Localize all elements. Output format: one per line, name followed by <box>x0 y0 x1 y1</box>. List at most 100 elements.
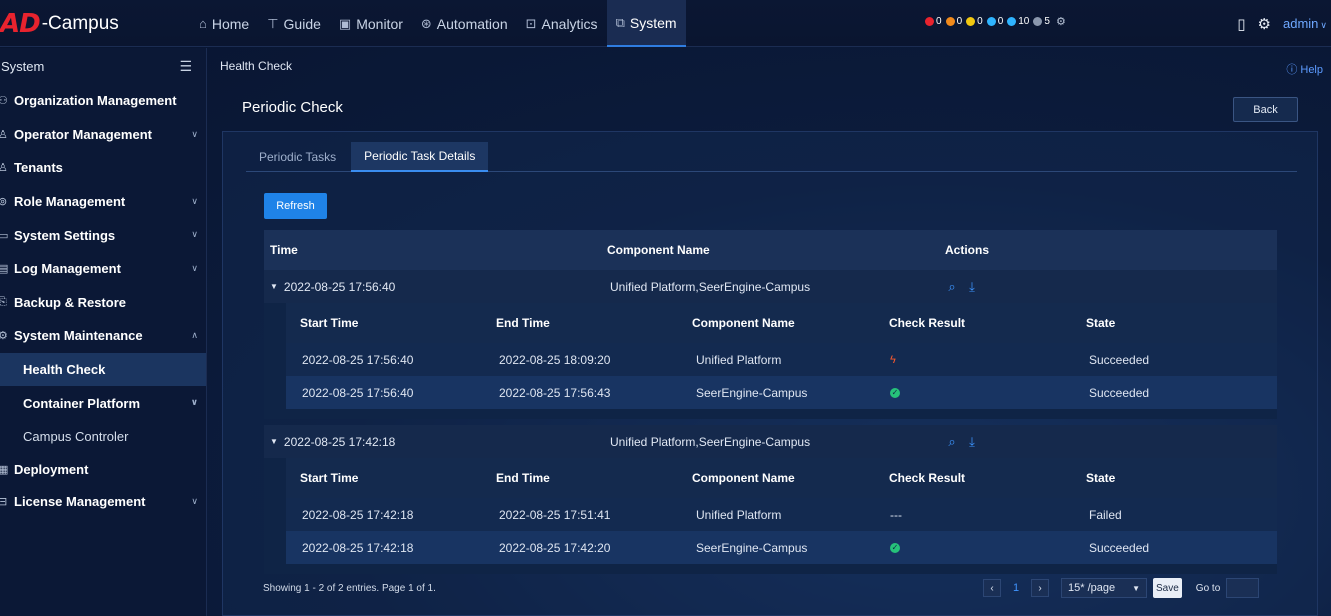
nav-analytics[interactable]: ⊡ Analytics <box>517 0 607 47</box>
backup-icon: ⎘ <box>0 295 7 308</box>
table-row[interactable]: ▼ 2022-08-25 17:56:40 Unified Platform,Se… <box>264 270 1277 303</box>
caret-down-icon: ▼ <box>1132 583 1140 593</box>
pagination-info: Showing 1 - 2 of 2 entries. Page 1 of 1. <box>263 583 436 594</box>
automation-icon: ⊛ <box>420 15 432 31</box>
table-row[interactable]: 2022-08-25 17:42:18 2022-08-25 17:42:20 … <box>286 531 1277 564</box>
caret-down-icon[interactable]: ▼ <box>270 437 278 446</box>
alarm-major[interactable]: 0 <box>945 16 962 27</box>
warning-icon[interactable]: ϟ <box>890 354 896 366</box>
chevron-down-icon: ∨ <box>191 495 198 506</box>
organization-icon: ⚇ <box>0 95 8 108</box>
sidebar-item-label: Container Platform <box>23 395 141 411</box>
sidebar-item-label: System Maintenance <box>14 328 143 344</box>
alarm-minor[interactable]: 0 <box>966 16 983 27</box>
chevron-down-icon: ∨ <box>191 195 198 206</box>
prev-page-button[interactable]: ‹ <box>983 579 1001 597</box>
tab-periodic-tasks[interactable]: Periodic Tasks <box>246 142 349 172</box>
sidebar-item-container-platform[interactable]: Container Platform ∨ <box>0 386 206 420</box>
sidebar-title: System <box>1 58 45 74</box>
goto-page-input[interactable] <box>1226 578 1260 598</box>
nav-automation[interactable]: ⊛ Automation <box>412 0 517 47</box>
sidebar-item-health-check[interactable]: Health Check <box>0 352 206 387</box>
caret-down-icon[interactable]: ▼ <box>270 282 278 291</box>
content-panel: Periodic Tasks Periodic Task Details Ref… <box>222 131 1318 616</box>
collapse-menu-icon[interactable]: ☰ <box>179 58 192 75</box>
deployment-icon: ▦ <box>0 463 9 476</box>
chevron-up-icon: ∧ <box>191 330 198 341</box>
sidebar-item-system-maintenance[interactable]: ⚙ System Maintenance ∧ <box>0 319 206 353</box>
task-table: Time Component Name Actions ▼ 2022-08-25 … <box>264 230 1277 574</box>
role-icon: ⊚ <box>0 196 8 209</box>
nav-label: Monitor <box>356 15 403 32</box>
sidebar: System ☰ ⚇ Organization Management ♙ Ope… <box>0 48 207 616</box>
table-row[interactable]: 2022-08-25 17:56:40 2022-08-25 18:09:20 … <box>286 343 1277 376</box>
page-title: Periodic Check <box>242 99 343 116</box>
sidebar-item-license-management[interactable]: ⊟ License Management ∨ <box>0 485 206 519</box>
subtable: Start Time End Time Component Name Check… <box>264 303 1277 419</box>
chevron-down-icon: ∨ <box>190 397 198 408</box>
document-icon[interactable]: ▯ <box>1237 15 1245 33</box>
success-icon[interactable]: ✓ <box>890 542 900 553</box>
column-header-component[interactable]: Component Name <box>607 243 710 257</box>
back-button[interactable]: Back <box>1233 97 1298 122</box>
column-header-check-result: Check Result <box>889 316 966 330</box>
view-report-icon[interactable]: ⌕ <box>945 279 959 294</box>
system-icon: ⧉ <box>615 14 625 30</box>
sidebar-item-organization-management[interactable]: ⚇ Organization Management <box>0 84 206 118</box>
alarm-warning[interactable]: 0 <box>986 16 1003 27</box>
alarm-settings-icon[interactable]: ⚙ <box>1056 15 1066 28</box>
sidebar-item-label: Role Management <box>14 194 126 210</box>
download-icon[interactable]: ⤓ <box>965 279 979 294</box>
settings-icon: ▭ <box>0 229 9 242</box>
sidebar-item-campus-controler[interactable]: Campus Controler <box>0 420 206 454</box>
next-page-button[interactable]: › <box>1031 579 1049 597</box>
guide-icon: ⊤ <box>267 15 279 31</box>
tab-periodic-task-details[interactable]: Periodic Task Details <box>351 142 489 172</box>
sidebar-item-label: Health Check <box>23 362 106 378</box>
column-header-state: State <box>1086 471 1116 485</box>
view-report-icon[interactable]: ⌕ <box>945 434 959 449</box>
success-icon[interactable]: ✓ <box>890 387 900 398</box>
home-icon: ⌂ <box>199 16 207 31</box>
save-button[interactable]: Save <box>1153 578 1182 598</box>
sidebar-item-deployment[interactable]: ▦ Deployment <box>0 454 206 485</box>
maintenance-icon: ⚙ <box>0 330 8 343</box>
page-number[interactable]: 1 <box>1001 582 1031 594</box>
nav-label: Home <box>211 15 250 32</box>
sidebar-item-tenants[interactable]: ♙ Tenants <box>0 151 206 185</box>
sidebar-item-log-management[interactable]: ▤ Log Management ∨ <box>0 252 206 286</box>
alarm-summary[interactable]: 0 0 0 0 10 5 ⚙ <box>925 15 1066 28</box>
alarm-critical[interactable]: 0 <box>925 16 942 27</box>
sidebar-item-label: Campus Controler <box>23 429 129 445</box>
operator-icon: ♙ <box>0 128 8 141</box>
user-menu[interactable]: admin ∨ <box>1283 16 1327 31</box>
sidebar-item-label: System Settings <box>14 227 116 243</box>
alarm-minor-icon <box>966 17 976 26</box>
column-header-actions: Actions <box>945 243 990 257</box>
table-row[interactable]: ▼ 2022-08-25 17:42:18 Unified Platform,Se… <box>264 425 1277 458</box>
column-header-time[interactable]: Time <box>270 243 298 257</box>
nav-monitor[interactable]: ▣ Monitor <box>330 0 412 47</box>
download-icon[interactable]: ⤓ <box>965 434 979 449</box>
column-header-start-time: Start Time <box>300 316 359 330</box>
sidebar-item-system-settings[interactable]: ▭ System Settings ∨ <box>0 218 206 252</box>
breadcrumb: Health Check <box>220 59 293 73</box>
sidebar-item-role-management[interactable]: ⊚ Role Management ∨ <box>0 185 206 219</box>
app-logo[interactable]: AD -Campus <box>0 6 119 42</box>
alarm-other[interactable]: 5 <box>1033 16 1050 27</box>
nav-home[interactable]: ⌂ Home <box>190 0 258 47</box>
gear-icon[interactable]: ⚙ <box>1258 15 1271 33</box>
nav-guide[interactable]: ⊤ Guide <box>258 0 330 47</box>
page-size-select[interactable]: 15* /page ▼ <box>1061 578 1147 598</box>
help-link[interactable]: ⓘ Help <box>1286 61 1323 77</box>
refresh-button[interactable]: Refresh <box>264 193 327 219</box>
sidebar-item-operator-management[interactable]: ♙ Operator Management ∨ <box>0 118 206 152</box>
goto-label: Go to <box>1195 582 1221 594</box>
top-right-tools: ▯ ⚙ admin ∨ <box>1237 0 1331 47</box>
table-row[interactable]: 2022-08-25 17:42:18 2022-08-25 17:51:41 … <box>286 498 1277 531</box>
log-icon: ▤ <box>0 263 9 276</box>
alarm-info[interactable]: 10 <box>1007 16 1029 27</box>
nav-system[interactable]: ⧉ System <box>606 0 686 47</box>
sidebar-item-backup-restore[interactable]: ⎘ Backup & Restore <box>0 286 206 320</box>
table-row[interactable]: 2022-08-25 17:56:40 2022-08-25 17:56:43 … <box>286 376 1277 409</box>
